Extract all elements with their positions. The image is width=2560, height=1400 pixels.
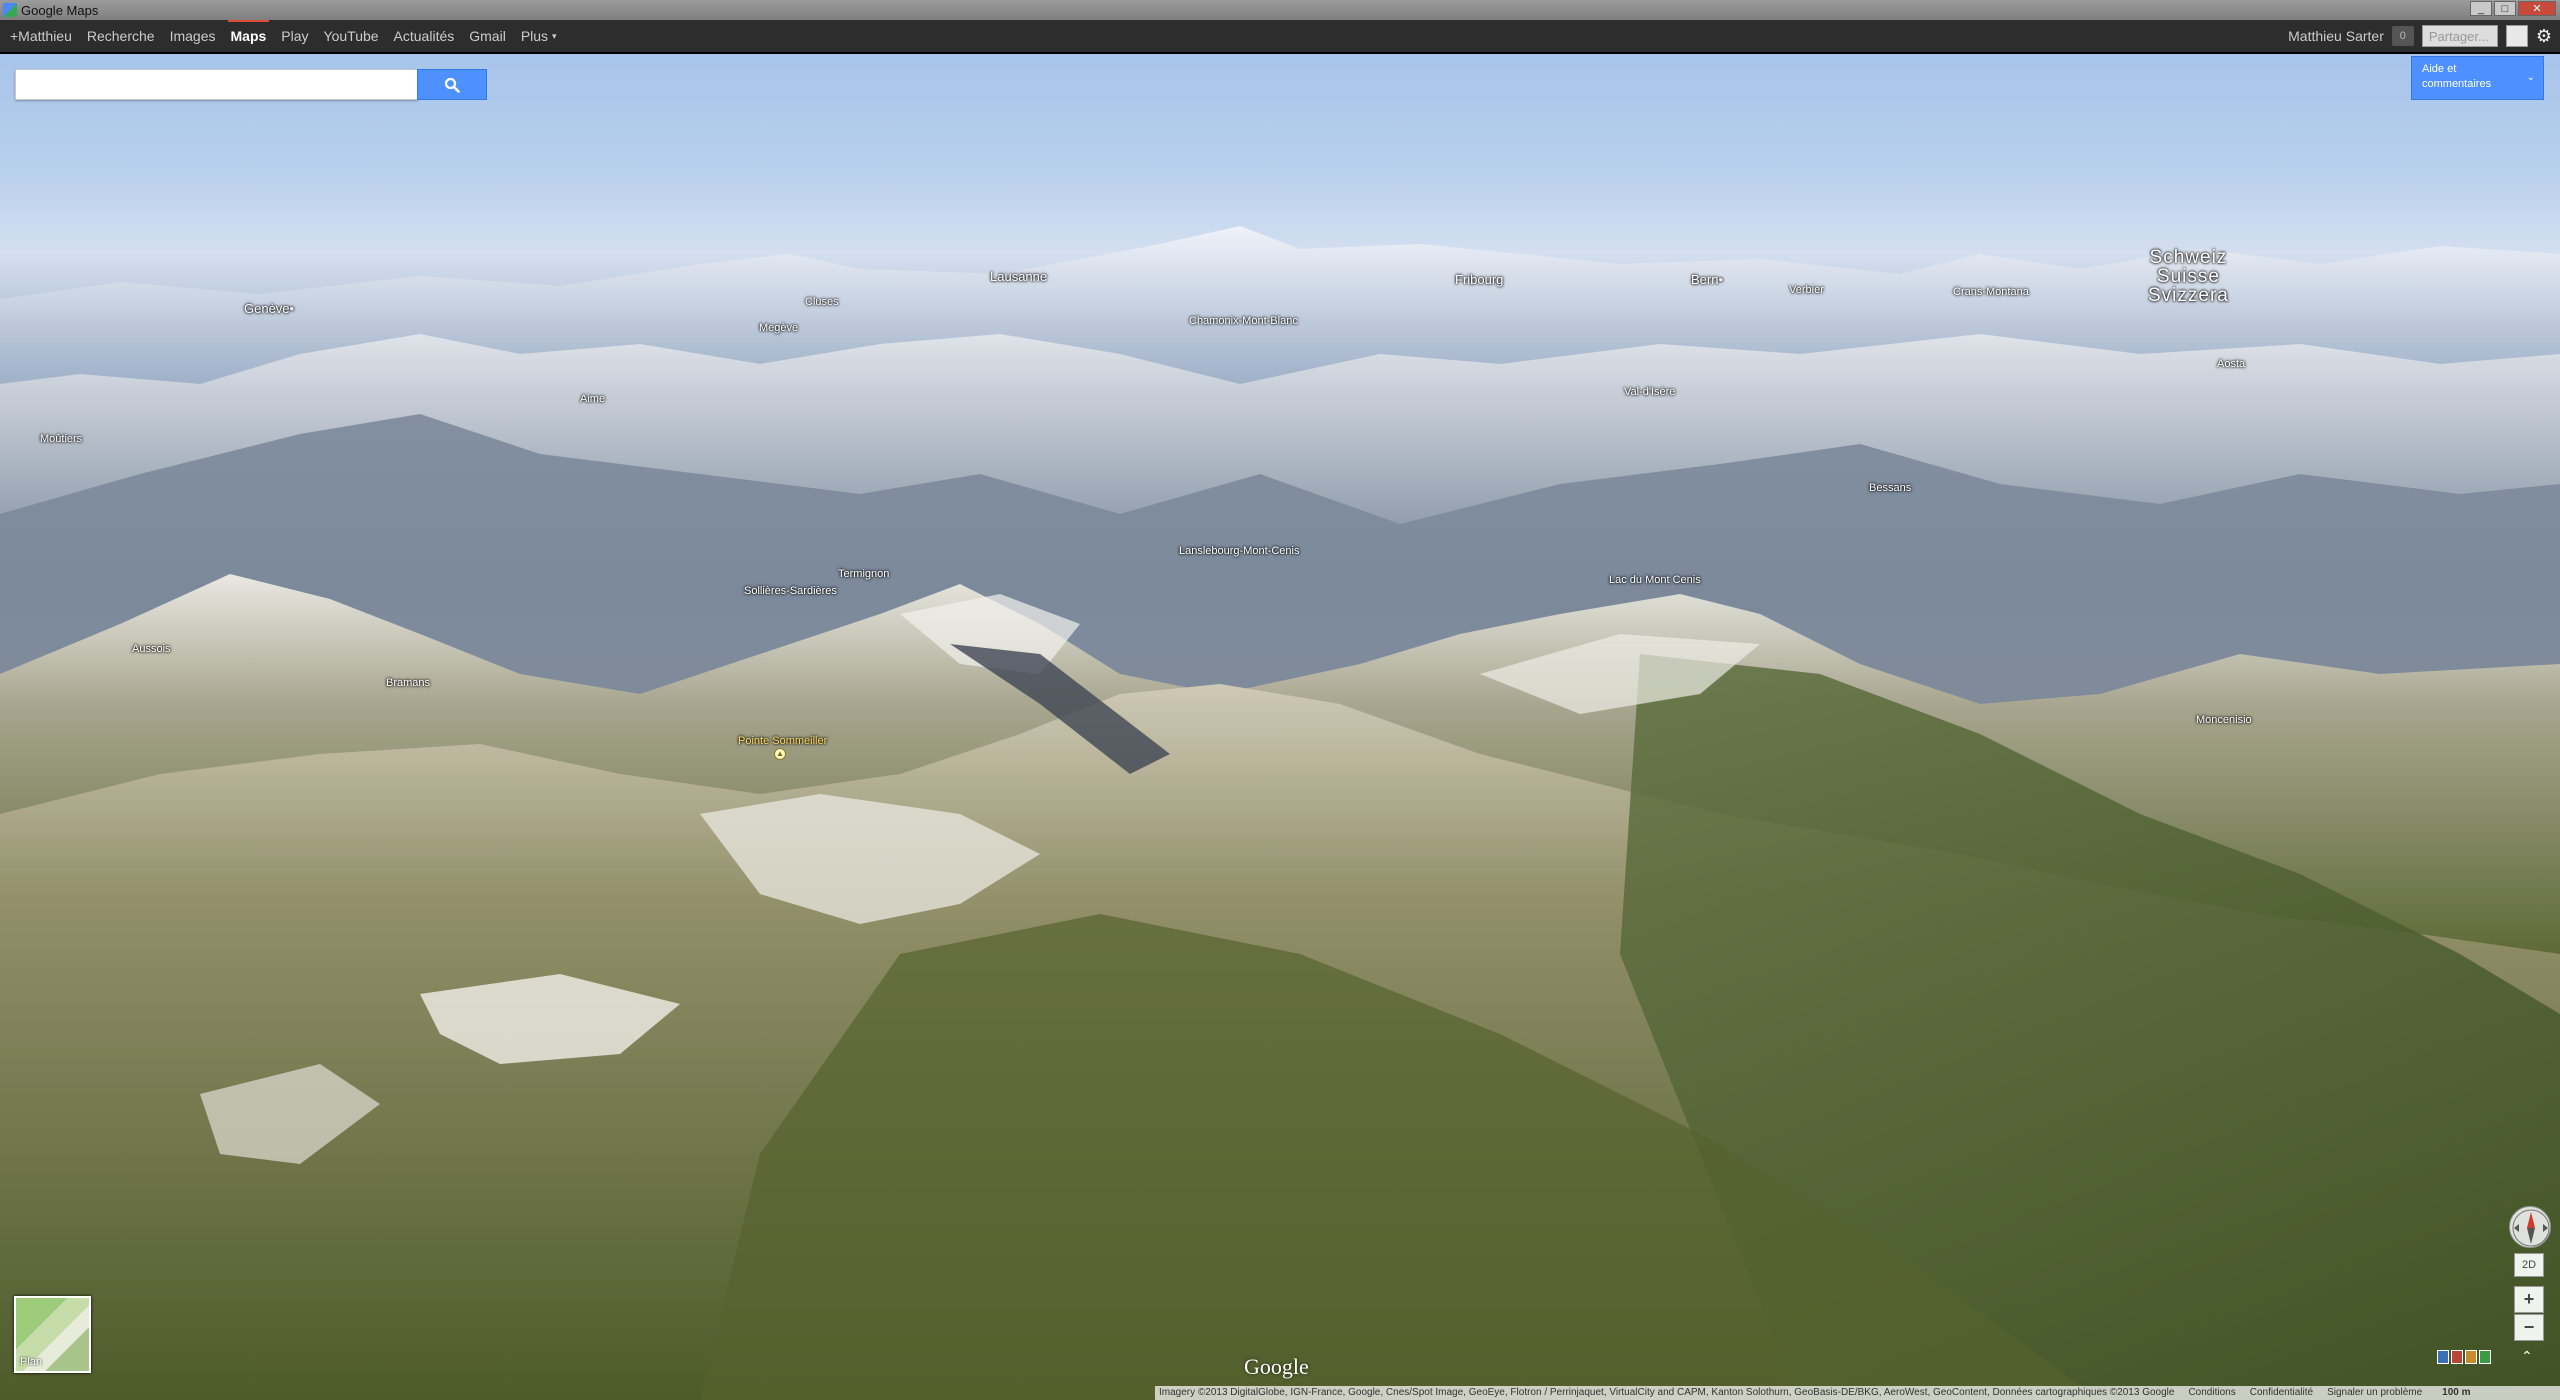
nav-item-plus-matthieu[interactable]: +Matthieu: [10, 20, 72, 52]
help-label-line2: commentaires: [2422, 78, 2492, 90]
nav-item-plus-menu[interactable]: Plus ▾: [521, 20, 557, 52]
nav-item-recherche[interactable]: Recherche: [87, 20, 155, 52]
place-label-val-disere[interactable]: Val-d'Isère: [1624, 386, 1675, 398]
plan-label: Plan: [20, 1356, 43, 1368]
place-label-bessans[interactable]: Bessans: [1869, 482, 1911, 494]
google-bar: +Matthieu Recherche Images Maps Play You…: [0, 20, 2560, 53]
nav-item-actualites[interactable]: Actualités: [394, 20, 455, 52]
place-label-crans-montana[interactable]: Crans-Montana: [1953, 286, 2029, 298]
summit-marker-icon[interactable]: ▲: [774, 748, 786, 760]
privacy-link[interactable]: Confidentialité: [2250, 1386, 2313, 1400]
compass-icon: [2512, 1209, 2550, 1247]
close-button[interactable]: ✕: [2518, 1, 2556, 16]
place-label-chamonix[interactable]: Chamonix-Mont-Blanc: [1189, 315, 1298, 327]
maximize-button[interactable]: □: [2494, 1, 2516, 16]
place-label-aussois[interactable]: Aussois: [132, 643, 171, 655]
window-titlebar: Google Maps _ □ ✕: [0, 0, 2560, 20]
nav-item-plus-label: Plus: [520, 28, 549, 44]
notification-badge[interactable]: 0: [2391, 26, 2414, 46]
scale-bar: 100 m: [2442, 1387, 2471, 1398]
search-box: [15, 69, 418, 100]
imagery-attribution: Imagery ©2013 DigitalGlobe, IGN-France, …: [1159, 1387, 2175, 1398]
footer-bar: Imagery ©2013 DigitalGlobe, IGN-France, …: [1155, 1386, 2560, 1400]
place-label-aime[interactable]: Aime: [580, 393, 605, 405]
place-label-aosta[interactable]: Aosta: [2217, 358, 2245, 370]
place-label-lanslebourg[interactable]: Lanslebourg-Mont-Cenis: [1179, 545, 1299, 557]
nav-item-play[interactable]: Play: [281, 20, 308, 52]
google-nav: +Matthieu Recherche Images Maps Play You…: [0, 20, 572, 52]
country-label-de: Schweiz: [2149, 247, 2228, 268]
chevron-down-icon: ⌄: [2526, 72, 2535, 83]
place-label-bern[interactable]: Bern•: [1691, 272, 1723, 287]
place-label-cluses[interactable]: Cluses: [805, 296, 839, 308]
map-3d-view[interactable]: Genève• Lausanne Cluses Megève Chamonix-…: [0, 54, 2560, 1400]
nav-item-images[interactable]: Images: [170, 20, 216, 52]
layer-photos-icon[interactable]: [2451, 1350, 2463, 1364]
window-title: Google Maps: [21, 2, 99, 18]
zoom-in-button[interactable]: +: [2514, 1286, 2544, 1313]
place-label-lac-du-mont-cenis[interactable]: Lac du Mont Cenis: [1609, 574, 1701, 586]
place-label-moncenisio[interactable]: Moncenisio: [2196, 714, 2252, 726]
place-label-sollieres-sardieres[interactable]: Sollières-Sardières: [744, 585, 837, 597]
nav-item-maps[interactable]: Maps: [227, 20, 270, 52]
account-area: Matthieu Sarter 0 Partager... ⚙: [2288, 20, 2560, 52]
search-icon: [444, 77, 460, 93]
tilt-toggle-button[interactable]: 2D: [2514, 1253, 2544, 1277]
maps-app-icon: [3, 3, 17, 17]
compass-control[interactable]: [2509, 1206, 2551, 1248]
help-label-line1: Aide et: [2422, 63, 2457, 75]
report-problem-link[interactable]: Signaler un problème: [2327, 1386, 2422, 1400]
search-input[interactable]: [16, 70, 417, 99]
user-name-link[interactable]: Matthieu Sarter: [2288, 28, 2384, 44]
place-label-moutiers[interactable]: Moûtiers: [40, 433, 82, 445]
place-label-pointe-sommeiller[interactable]: Pointe Sommeiller: [738, 735, 827, 747]
place-label-fribourg[interactable]: Fribourg: [1455, 272, 1503, 287]
place-label-megeve[interactable]: Megève: [759, 322, 798, 334]
nav-item-gmail[interactable]: Gmail: [469, 20, 506, 52]
layer-icons: [2437, 1350, 2491, 1368]
chevron-down-icon: ▾: [552, 30, 557, 41]
google-logo: Google: [1244, 1354, 1309, 1379]
map-type-plan-thumbnail[interactable]: Plan: [14, 1296, 91, 1373]
expand-up-icon[interactable]: ⌃: [2521, 1348, 2533, 1365]
nav-item-youtube[interactable]: YouTube: [324, 20, 379, 52]
layer-terrain-icon[interactable]: [2479, 1350, 2491, 1364]
minimize-button[interactable]: _: [2470, 1, 2492, 16]
place-label-bramans[interactable]: Bramans: [386, 677, 430, 689]
share-button[interactable]: [2505, 25, 2528, 47]
country-label-it: Svizzera: [2148, 285, 2229, 306]
window-controls: _ □ ✕: [2470, 1, 2556, 16]
country-label-fr: Suisse: [2156, 266, 2220, 287]
place-label-geneve[interactable]: Genève•: [244, 301, 294, 316]
conditions-link[interactable]: Conditions: [2188, 1386, 2235, 1400]
help-feedback-button[interactable]: Aide et commentaires ⌄: [2411, 56, 2544, 100]
layer-traffic-icon[interactable]: [2465, 1350, 2477, 1364]
zoom-out-button[interactable]: −: [2514, 1314, 2544, 1341]
share-input[interactable]: Partager...: [2421, 25, 2498, 47]
place-label-verbier[interactable]: Verbier: [1789, 284, 1824, 296]
country-label: Schweiz Suisse Svizzera: [2148, 248, 2229, 305]
search-button[interactable]: [417, 69, 487, 100]
layer-satellite-icon[interactable]: [2437, 1350, 2449, 1364]
place-label-lausanne[interactable]: Lausanne: [990, 269, 1047, 284]
gear-icon[interactable]: ⚙: [2536, 26, 2552, 47]
place-label-termignon[interactable]: Termignon: [838, 568, 889, 580]
